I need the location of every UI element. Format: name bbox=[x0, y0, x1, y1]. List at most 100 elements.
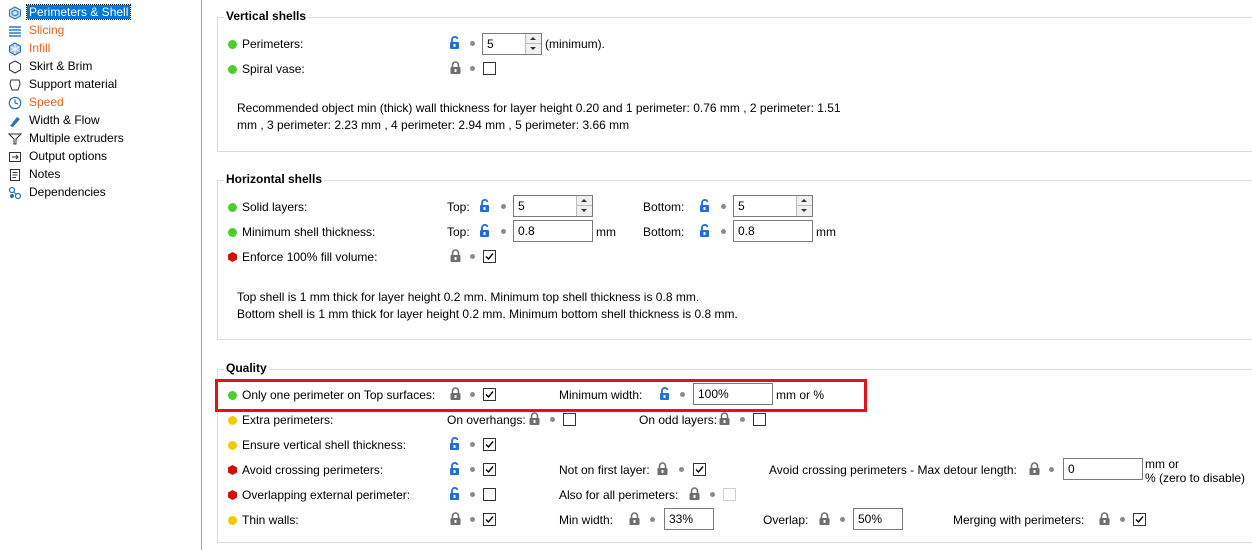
overlapping-row-label: Overlapping external perimeter: bbox=[228, 488, 410, 502]
avoid-crossing-checkbox[interactable] bbox=[483, 463, 496, 476]
extra-perimeters-row-label: Extra perimeters: bbox=[228, 413, 333, 427]
reset-bullet-icon[interactable] bbox=[470, 254, 475, 259]
perimeters-spinner[interactable]: 5 bbox=[482, 33, 542, 55]
ensure-vertical-checkbox[interactable] bbox=[483, 438, 496, 451]
lock-icon[interactable] bbox=[1098, 512, 1111, 526]
reset-bullet-icon[interactable] bbox=[740, 417, 745, 422]
reset-bullet-icon[interactable] bbox=[721, 204, 726, 209]
min-shell-bottom-input[interactable]: 0.8 bbox=[733, 220, 813, 242]
reset-bullet-icon[interactable] bbox=[470, 66, 475, 71]
solid-layers-bottom-spinner[interactable]: 5 bbox=[733, 195, 813, 217]
notes-icon bbox=[10, 168, 20, 181]
min-shell-row-label: Minimum shell thickness: bbox=[228, 225, 375, 239]
thin-walls-overlap-input[interactable]: 50% bbox=[853, 508, 903, 530]
min-shell-bottom-label: Bottom: bbox=[643, 225, 685, 239]
spinner-buttons[interactable] bbox=[525, 34, 541, 54]
reset-bullet-icon[interactable] bbox=[840, 517, 845, 522]
sidebar-item-label: Notes bbox=[29, 167, 61, 182]
merging-perimeters-checkbox[interactable] bbox=[1133, 513, 1146, 526]
ensure-vertical-row-label: Ensure vertical shell thickness: bbox=[228, 438, 406, 452]
max-detour-unit-line1: mm or bbox=[1145, 457, 1179, 471]
lock-icon[interactable] bbox=[818, 512, 831, 526]
sidebar-item-width-flow[interactable]: Width & Flow bbox=[8, 112, 102, 129]
enforce-fill-checkbox[interactable] bbox=[483, 250, 496, 263]
sidebar-item-support-material[interactable]: Support material bbox=[8, 76, 119, 93]
highlight-box bbox=[215, 379, 867, 412]
overlapping-checkbox[interactable] bbox=[483, 488, 496, 501]
sidebar-item-notes[interactable]: Notes bbox=[8, 166, 62, 183]
max-detour-input[interactable]: 0 bbox=[1063, 458, 1143, 480]
reset-bullet-icon[interactable] bbox=[710, 492, 715, 497]
checkmark-icon bbox=[485, 516, 494, 524]
reset-bullet-icon[interactable] bbox=[721, 229, 726, 234]
extra-perimeters-odd-checkbox[interactable] bbox=[753, 413, 766, 426]
reset-bullet-icon[interactable] bbox=[1120, 517, 1125, 522]
reset-bullet-icon[interactable] bbox=[1049, 467, 1054, 472]
sidebar-item-skirt-brim[interactable]: Skirt & Brim bbox=[8, 58, 94, 75]
spinner-buttons[interactable] bbox=[576, 196, 592, 216]
reset-bullet-icon[interactable] bbox=[470, 41, 475, 46]
perimeters-value: 5 bbox=[487, 37, 494, 51]
also-all-perimeters-checkbox[interactable] bbox=[723, 488, 736, 501]
extra-perimeters-overhangs-checkbox[interactable] bbox=[563, 413, 576, 426]
unlock-icon[interactable] bbox=[449, 437, 462, 451]
sidebar-item-label: Slicing bbox=[29, 23, 65, 38]
unlock-icon[interactable] bbox=[479, 224, 492, 238]
sidebar-item-label: Width & Flow bbox=[29, 113, 100, 128]
lock-icon[interactable] bbox=[656, 462, 669, 476]
sidebar-item-label: Perimeters & Shell bbox=[25, 4, 132, 21]
reset-bullet-icon[interactable] bbox=[501, 229, 506, 234]
perimeters-row-label: Perimeters: bbox=[228, 37, 303, 51]
thin-walls-checkbox[interactable] bbox=[483, 513, 496, 526]
unlock-icon[interactable] bbox=[449, 487, 462, 501]
min-shell-top-input[interactable]: 0.8 bbox=[513, 220, 593, 242]
sidebar-item-slicing[interactable]: Slicing bbox=[8, 22, 66, 39]
also-all-perimeters-label: Also for all perimeters: bbox=[559, 488, 679, 502]
not-first-layer-checkbox[interactable] bbox=[693, 463, 706, 476]
reset-bullet-icon[interactable] bbox=[650, 517, 655, 522]
sidebar-item-speed[interactable]: Speed bbox=[8, 94, 66, 111]
reset-bullet-icon[interactable] bbox=[550, 417, 555, 422]
sidebar-item-dependencies[interactable]: Dependencies bbox=[8, 184, 108, 201]
solid-layers-bottom-value: 5 bbox=[738, 199, 745, 213]
unlock-icon[interactable] bbox=[699, 224, 712, 238]
lock-icon[interactable] bbox=[628, 512, 641, 526]
horizontal-shells-title: Horizontal shells bbox=[224, 172, 325, 186]
lock-icon[interactable] bbox=[1028, 462, 1041, 476]
solid-layers-top-spinner[interactable]: 5 bbox=[513, 195, 593, 217]
reset-bullet-icon[interactable] bbox=[470, 467, 475, 472]
sidebar-item-output-options[interactable]: Output options bbox=[8, 148, 109, 165]
unlock-icon[interactable] bbox=[699, 199, 712, 213]
lock-icon[interactable] bbox=[449, 61, 462, 75]
thin-walls-min-width-input[interactable]: 33% bbox=[664, 508, 714, 530]
sidebar-item-multiple-extruders[interactable]: Multiple extruders bbox=[8, 130, 126, 147]
solid-layers-top-label: Top: bbox=[447, 200, 470, 214]
sidebar-item-infill[interactable]: Infill bbox=[8, 40, 52, 57]
reset-bullet-icon[interactable] bbox=[470, 442, 475, 447]
reset-bullet-icon[interactable] bbox=[470, 517, 475, 522]
sidebar-item-label: Infill bbox=[29, 41, 51, 56]
lock-icon[interactable] bbox=[528, 412, 541, 426]
lock-icon[interactable] bbox=[688, 487, 701, 501]
lock-icon[interactable] bbox=[449, 249, 462, 263]
lock-icon[interactable] bbox=[449, 512, 462, 526]
solid-layers-row-label: Solid layers: bbox=[228, 200, 307, 214]
spiral-vase-checkbox[interactable] bbox=[483, 62, 496, 75]
sidebar-item-label: Multiple extruders bbox=[29, 131, 124, 146]
reset-bullet-icon[interactable] bbox=[470, 492, 475, 497]
min-shell-label: Minimum shell thickness: bbox=[242, 225, 376, 239]
reset-bullet-icon[interactable] bbox=[679, 467, 684, 472]
lock-icon[interactable] bbox=[718, 412, 731, 426]
unlock-icon[interactable] bbox=[449, 462, 462, 476]
spin-down-icon bbox=[581, 209, 587, 212]
thin-walls-label: Thin walls: bbox=[242, 513, 299, 527]
unlock-icon[interactable] bbox=[449, 36, 462, 50]
sidebar-item-label: Support material bbox=[29, 77, 118, 92]
sidebar-item-perimeters-shell[interactable]: Perimeters & Shell bbox=[8, 4, 132, 21]
green-status-dot bbox=[228, 228, 237, 237]
solid-layers-bottom-label: Bottom: bbox=[643, 200, 685, 214]
reset-bullet-icon[interactable] bbox=[501, 204, 506, 209]
unlock-icon[interactable] bbox=[479, 199, 492, 213]
spin-up-icon bbox=[581, 199, 587, 202]
spinner-buttons[interactable] bbox=[796, 196, 812, 216]
